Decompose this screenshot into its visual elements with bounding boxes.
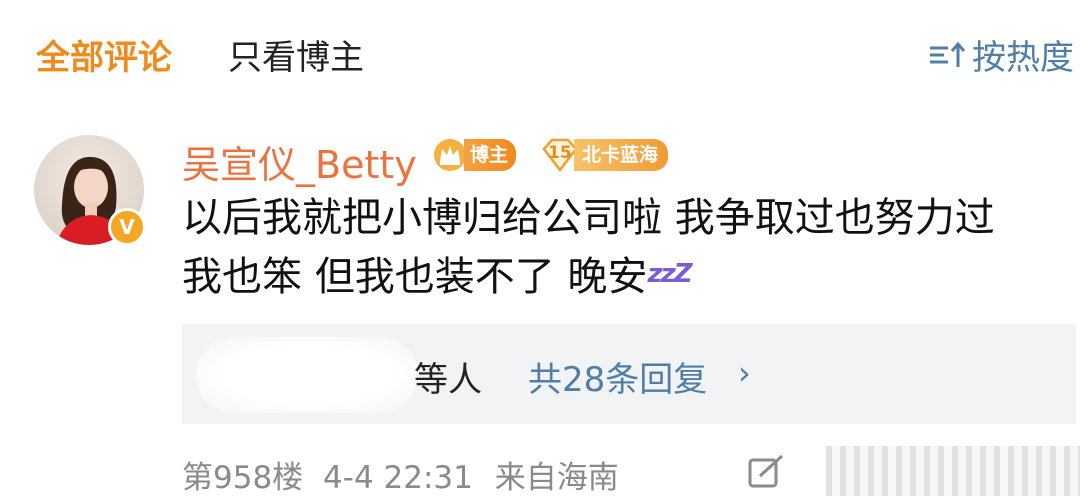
comment-meta: 第958楼 4-4 22:31 来自海南 (182, 452, 619, 497)
crown-icon (434, 139, 466, 171)
verified-badge-icon: V (108, 208, 146, 246)
chevron-right-icon[interactable]: › (738, 354, 751, 392)
replies-count-link[interactable]: 共28条回复 (528, 352, 707, 401)
floor-number: 第958楼 (182, 460, 304, 496)
tab-blogger-only[interactable]: 只看博主 (228, 30, 364, 79)
sleep-zzz-emoji: zzZ (647, 259, 692, 289)
comment-location: 来自海南 (494, 460, 619, 496)
sort-label: 按热度 (972, 38, 1074, 78)
fan-level-badge: 15 北卡蓝海 (540, 137, 669, 173)
obscured-action-icons (826, 446, 1080, 496)
comment-text: 以后我就把小博归给公司啦 我争取过也努力过 我也笨 但我也装不了 晚安zzZ (182, 190, 1072, 305)
fan-level-number: 15 (548, 143, 572, 163)
blurred-usernames (196, 337, 418, 413)
comment-line-2: 我也笨 但我也装不了 晚安zzZ (182, 246, 1072, 305)
blogger-badge: 博主 (432, 137, 517, 173)
replies-users-suffix: 等人 (414, 360, 482, 400)
comment-line-2-text: 我也笨 但我也装不了 晚安 (182, 254, 648, 300)
share-icon[interactable] (746, 454, 786, 490)
username[interactable]: 吴宣仪_Betty (182, 134, 417, 189)
blogger-badge-label: 博主 (464, 139, 517, 171)
sort-icon (930, 41, 966, 67)
comment-datetime: 4-4 22:31 (323, 460, 473, 496)
sort-by-heat-button[interactable]: 按热度 (928, 30, 1074, 79)
fan-level-label: 北卡蓝海 (574, 139, 669, 171)
tab-all-comments[interactable]: 全部评论 (36, 30, 172, 79)
comment-line-1: 以后我就把小博归给公司啦 我争取过也努力过 (182, 195, 995, 241)
